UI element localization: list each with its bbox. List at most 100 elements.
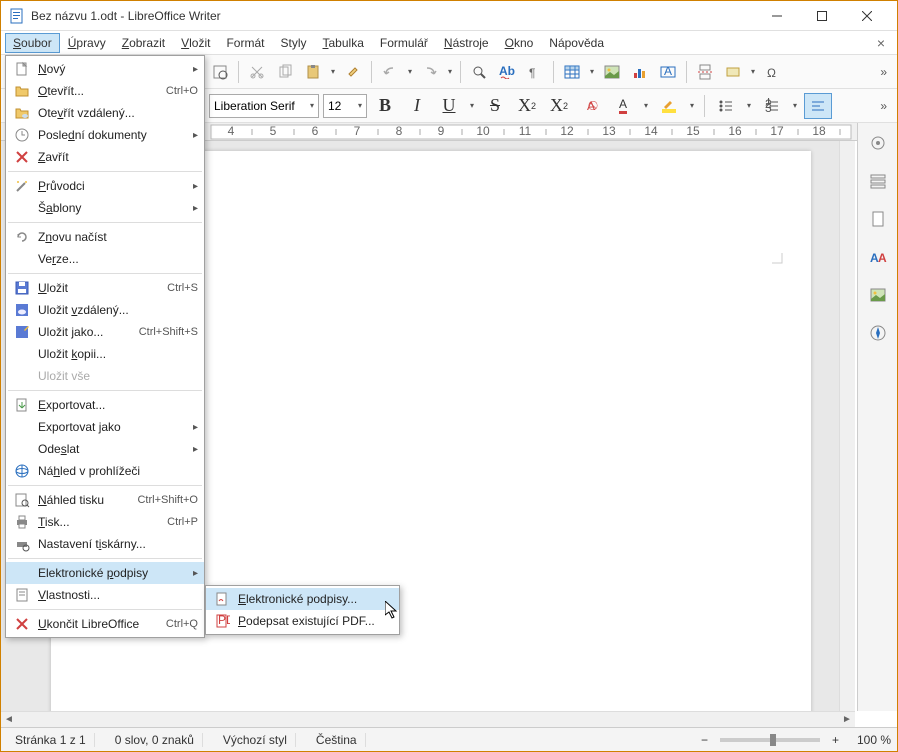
pilcrow-icon[interactable]: ¶	[522, 59, 548, 85]
menu-item-verze-[interactable]: Verze...	[6, 248, 204, 270]
redo-dropdown[interactable]: ▾	[445, 67, 455, 76]
paste-dropdown[interactable]: ▾	[328, 67, 338, 76]
menu-tabulka[interactable]: Tabulka	[315, 33, 372, 53]
menu-item-tisk-[interactable]: Tisk...Ctrl+P	[6, 511, 204, 533]
bold-button[interactable]: B	[371, 93, 399, 119]
close-button[interactable]	[844, 2, 889, 30]
menu-item--ablony[interactable]: Šablony▸	[6, 197, 204, 219]
font-color-dropdown[interactable]: ▾	[641, 101, 651, 110]
font-size-combo[interactable]: 12▾	[323, 94, 367, 118]
undo-dropdown[interactable]: ▾	[405, 67, 415, 76]
menu-item-exportovat-jako[interactable]: Exportovat jako▸	[6, 416, 204, 438]
menu-soubor[interactable]: Soubor	[5, 33, 60, 53]
bullets-dropdown[interactable]: ▾	[744, 101, 754, 110]
zoom-in-icon[interactable]: +	[832, 733, 839, 747]
pagebreak-icon[interactable]	[692, 59, 718, 85]
horizontal-scrollbar[interactable]: ◄►	[1, 711, 855, 727]
textbox-icon[interactable]: A	[655, 59, 681, 85]
menu-item-ulo-it-vzd-len-[interactable]: Uložit vzdálený...	[6, 299, 204, 321]
menu-item-ulo-it-v-e[interactable]: Uložit vše	[6, 365, 204, 387]
field-icon[interactable]	[720, 59, 746, 85]
sidebar-page-icon[interactable]	[864, 205, 892, 233]
font-color-button[interactable]: A	[609, 93, 637, 119]
special-char-icon[interactable]: Ω	[760, 59, 786, 85]
format-paint-icon[interactable]	[340, 59, 366, 85]
menu-item-ukon-it-libreoffice[interactable]: Ukončit LibreOfficeCtrl+Q	[6, 613, 204, 635]
menu-item-pr-vodci[interactable]: Průvodci▸	[6, 175, 204, 197]
menu-item-ulo-it[interactable]: UložitCtrl+S	[6, 277, 204, 299]
find-icon[interactable]	[466, 59, 492, 85]
underline-button[interactable]: U	[435, 93, 463, 119]
menu-formular[interactable]: Formulář	[372, 33, 436, 53]
status-style[interactable]: Výchozí styl	[215, 733, 296, 747]
table-icon[interactable]	[559, 59, 585, 85]
zoom-slider[interactable]	[720, 738, 820, 742]
copy-icon[interactable]	[272, 59, 298, 85]
menu-item-posledn-dokumenty[interactable]: Poslední dokumenty▸	[6, 124, 204, 146]
toolbar-overflow-icon[interactable]: »	[874, 65, 893, 79]
doc-close-icon[interactable]: ×	[869, 35, 893, 51]
font-name-combo[interactable]: Liberation Serif▾	[209, 94, 319, 118]
numbering-button[interactable]: 123	[758, 93, 786, 119]
italic-button[interactable]: I	[403, 93, 431, 119]
menu-item-ulo-it-jako-[interactable]: Uložit jako...Ctrl+Shift+S	[6, 321, 204, 343]
underline-dropdown[interactable]: ▾	[467, 101, 477, 110]
numbering-dropdown[interactable]: ▾	[790, 101, 800, 110]
highlight-button[interactable]	[655, 93, 683, 119]
sidebar-gallery-icon[interactable]	[864, 281, 892, 309]
menu-item-n-hled-tisku[interactable]: Náhled tiskuCtrl+Shift+O	[6, 489, 204, 511]
chart-icon[interactable]	[627, 59, 653, 85]
menu-item-nov-[interactable]: Nový▸	[6, 58, 204, 80]
menu-zobrazit[interactable]: Zobrazit	[114, 33, 173, 53]
menu-item-otev-t-[interactable]: Otevřít...Ctrl+O	[6, 80, 204, 102]
menu-item-odeslat[interactable]: Odeslat▸	[6, 438, 204, 460]
image-icon[interactable]	[599, 59, 625, 85]
table-dropdown[interactable]: ▾	[587, 67, 597, 76]
menu-item-zav-t[interactable]: Zavřít	[6, 146, 204, 168]
redo-icon[interactable]	[417, 59, 443, 85]
status-words[interactable]: 0 slov, 0 znaků	[107, 733, 203, 747]
menu-format[interactable]: Formát	[218, 33, 272, 53]
submenu-item-podepsat-existuj-c-pdf-[interactable]: PDFPodepsat existující PDF...	[206, 610, 399, 632]
print-preview-icon[interactable]	[207, 59, 233, 85]
menu-nastroje[interactable]: Nástroje	[436, 33, 497, 53]
subscript-button[interactable]: X2	[545, 93, 573, 119]
menu-okno[interactable]: Okno	[497, 33, 542, 53]
clear-format-button[interactable]: A⃠	[577, 93, 605, 119]
menu-item-nastaven-tisk-rny-[interactable]: Nastavení tiskárny...	[6, 533, 204, 555]
fmtbar-overflow-icon[interactable]: »	[874, 99, 893, 113]
status-lang[interactable]: Čeština	[308, 733, 366, 747]
menu-item-otev-t-vzd-len-[interactable]: Otevřít vzdálený...	[6, 102, 204, 124]
menu-item-vlastnosti-[interactable]: Vlastnosti...	[6, 584, 204, 606]
maximize-button[interactable]	[799, 2, 844, 30]
submenu-item-elektronick-podpisy-[interactable]: Elektronické podpisy...	[206, 588, 399, 610]
zoom-out-icon[interactable]: −	[701, 733, 708, 747]
sidebar-properties-icon[interactable]	[864, 167, 892, 195]
align-left-button[interactable]	[804, 93, 832, 119]
menu-item-n-hled-v-prohl-e-i[interactable]: Náhled v prohlížeči	[6, 460, 204, 482]
spellcheck-icon[interactable]: Abç	[494, 59, 520, 85]
sidebar-styles-icon[interactable]: AA	[864, 243, 892, 271]
sidebar-settings-icon[interactable]	[864, 129, 892, 157]
vertical-scrollbar[interactable]	[839, 141, 855, 711]
menu-vlozit[interactable]: Vložit	[173, 33, 218, 53]
status-page[interactable]: Stránka 1 z 1	[7, 733, 95, 747]
superscript-button[interactable]: X2	[513, 93, 541, 119]
menu-napoveda[interactable]: Nápověda	[541, 33, 612, 53]
strike-button[interactable]: S	[481, 93, 509, 119]
sidebar-navigator-icon[interactable]	[864, 319, 892, 347]
paste-icon[interactable]	[300, 59, 326, 85]
menu-upravy[interactable]: Úpravy	[60, 33, 114, 53]
minimize-button[interactable]	[754, 2, 799, 30]
menu-item-elektronick-podpisy[interactable]: Elektronické podpisy▸	[6, 562, 204, 584]
menu-item-exportovat-[interactable]: Exportovat...	[6, 394, 204, 416]
field-dropdown[interactable]: ▾	[748, 67, 758, 76]
menu-styly[interactable]: Styly	[272, 33, 314, 53]
undo-icon[interactable]	[377, 59, 403, 85]
status-zoom[interactable]: 100 %	[857, 733, 891, 747]
bullets-button[interactable]	[712, 93, 740, 119]
cut-icon[interactable]	[244, 59, 270, 85]
highlight-dropdown[interactable]: ▾	[687, 101, 697, 110]
menu-item-ulo-it-kopii-[interactable]: Uložit kopii...	[6, 343, 204, 365]
menu-item-znovu-na-st[interactable]: Znovu načíst	[6, 226, 204, 248]
